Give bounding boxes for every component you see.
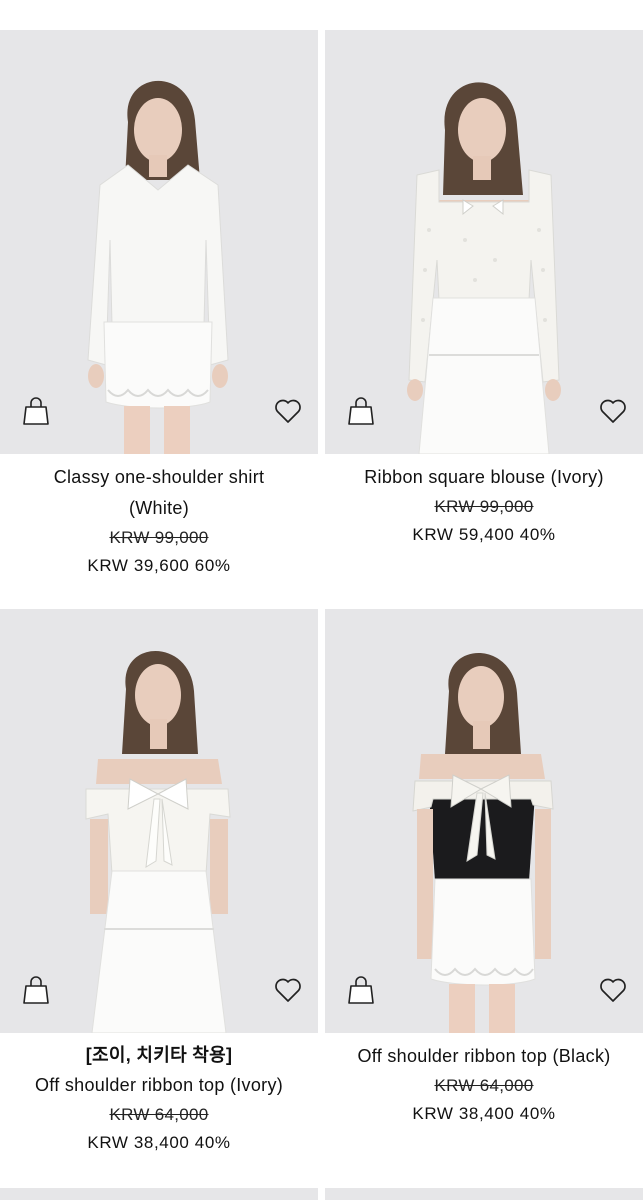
product-info: Ribbon square blouse (Ivory) KRW 99,000 … xyxy=(325,462,643,549)
product-info: Off shoulder ribbon top (Black) KRW 64,0… xyxy=(325,1041,643,1128)
shopping-bag-icon xyxy=(23,397,49,425)
product-image[interactable] xyxy=(325,30,643,454)
sale-price: KRW 38,400 40% xyxy=(412,1104,556,1123)
shopping-bag-icon xyxy=(348,397,374,425)
wishlist-button[interactable] xyxy=(274,977,302,1003)
model-photo xyxy=(412,653,554,1033)
sale-price: KRW 59,400 40% xyxy=(412,525,556,544)
original-price: KRW 64,000 xyxy=(109,1105,209,1124)
sale-price: KRW 38,400 40% xyxy=(87,1133,231,1152)
heart-outline-icon xyxy=(600,978,626,1002)
wishlist-button[interactable] xyxy=(274,398,302,424)
product-tagline: [조이, 치키타 착용] xyxy=(85,1045,233,1065)
product-name[interactable]: Off shoulder ribbon top (Black) xyxy=(325,1041,643,1072)
original-price: KRW 99,000 xyxy=(109,528,209,547)
add-to-cart-button[interactable] xyxy=(22,975,50,1005)
product-image[interactable] xyxy=(0,609,318,1033)
product-name[interactable]: Off shoulder ribbon top (Ivory) xyxy=(0,1070,318,1101)
add-to-cart-button[interactable] xyxy=(22,396,50,426)
wishlist-button[interactable] xyxy=(599,977,627,1003)
product-image[interactable] xyxy=(0,30,318,454)
product-info: Classy one-shoulder shirt (White) KRW 99… xyxy=(0,462,318,580)
model-photo xyxy=(85,651,231,1033)
shopping-bag-icon xyxy=(23,976,49,1004)
product-name-line-2[interactable]: (White) xyxy=(0,493,318,524)
next-product-image-left[interactable] xyxy=(0,1188,318,1200)
product-name[interactable]: Ribbon square blouse (Ivory) xyxy=(325,462,643,493)
product-image[interactable] xyxy=(325,609,643,1033)
shopping-bag-icon xyxy=(348,976,374,1004)
wishlist-button[interactable] xyxy=(599,398,627,424)
original-price: KRW 64,000 xyxy=(434,1076,534,1095)
sale-price: KRW 39,600 60% xyxy=(87,556,231,575)
model-photo xyxy=(87,80,229,454)
next-product-image-right[interactable] xyxy=(325,1188,643,1200)
product-info: [조이, 치키타 착용] Off shoulder ribbon top (Iv… xyxy=(0,1040,318,1157)
model-photo xyxy=(407,82,561,454)
original-price: KRW 99,000 xyxy=(434,497,534,516)
add-to-cart-button[interactable] xyxy=(347,396,375,426)
add-to-cart-button[interactable] xyxy=(347,975,375,1005)
product-name-line-1[interactable]: Classy one-shoulder shirt xyxy=(0,462,318,493)
heart-outline-icon xyxy=(275,978,301,1002)
heart-outline-icon xyxy=(600,399,626,423)
heart-outline-icon xyxy=(275,399,301,423)
